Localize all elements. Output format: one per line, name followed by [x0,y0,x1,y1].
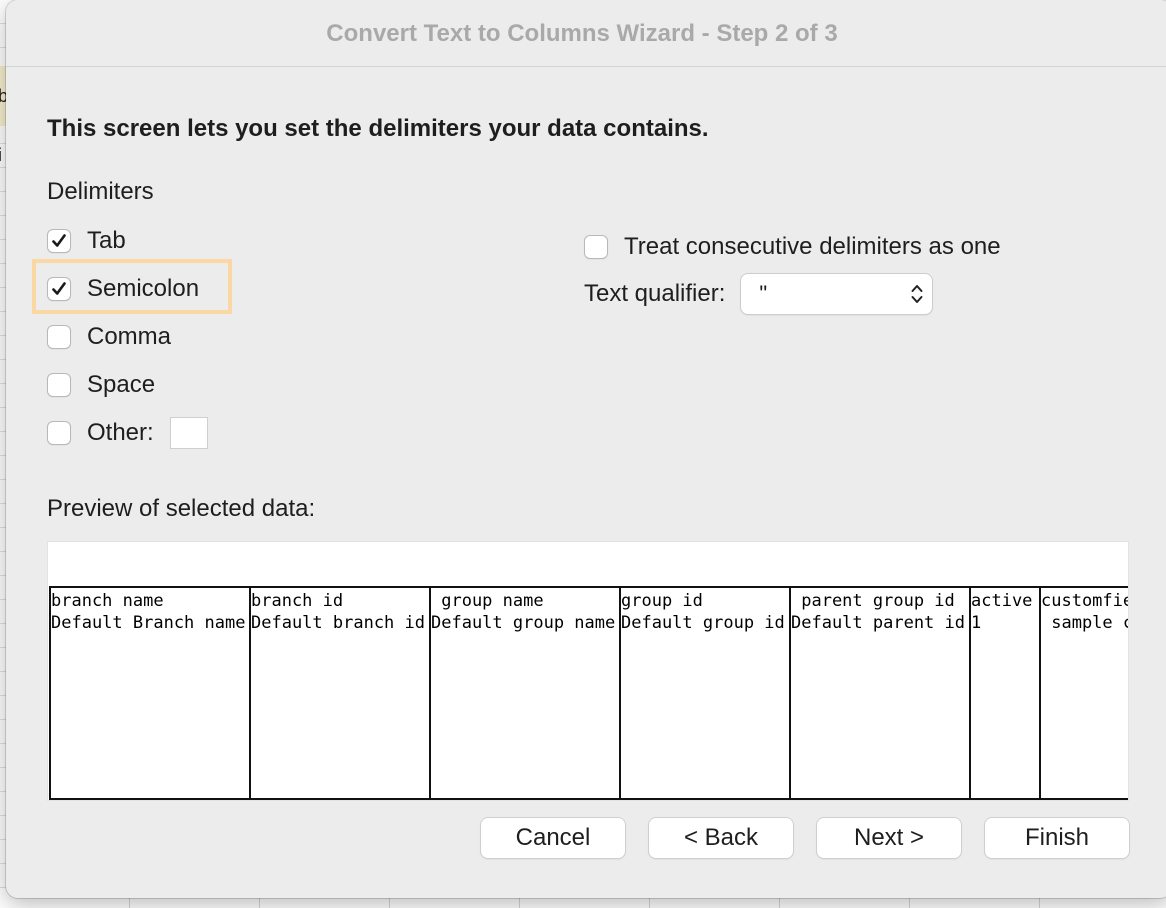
space-delimiter-option[interactable]: Space [47,370,155,400]
tab-label: Tab [87,227,126,254]
semicolon-checkbox[interactable] [47,277,71,301]
preview-cell: sample c [1041,613,1128,633]
preview-cell: Default Branch name [51,613,246,633]
text-qualifier-value: " [759,281,768,306]
space-checkbox[interactable] [47,373,71,397]
comma-checkbox[interactable] [47,325,71,349]
preview-column-header: branch name [51,591,164,611]
preview-column[interactable]: branch id Default branch id [251,588,431,798]
finish-button[interactable]: Finish [985,818,1129,858]
preview-column-header: customfie [1041,591,1128,611]
dialog-button-row: Cancel < Back Next > Finish [481,818,1129,858]
preview-column[interactable]: active 1 [971,588,1041,798]
preview-cell: Default parent id [791,613,965,633]
preview-cell: Default branch id [251,613,425,633]
comma-delimiter-option[interactable]: Comma [47,322,171,352]
consecutive-delimiters-option[interactable]: Treat consecutive delimiters as one [584,232,1001,262]
background-cell-text: i [0,145,2,166]
preview-table: branch name Default Branch name branch i… [49,586,1128,800]
preview-column[interactable]: group id Default group id [621,588,791,798]
checkmark-icon [52,282,66,295]
text-qualifier-row: Text qualifier: " [584,274,933,314]
back-button[interactable]: < Back [649,818,793,858]
other-delimiter-option[interactable]: Other: [47,417,208,449]
text-qualifier-label: Text qualifier: [584,280,726,307]
tab-checkbox[interactable] [47,229,71,253]
cancel-button[interactable]: Cancel [481,818,625,858]
preview-column-header: group id [621,591,703,611]
space-label: Space [87,371,156,398]
preview-cell: 1 [971,613,982,633]
consecutive-delimiters-label: Treat consecutive delimiters as one [624,233,1001,260]
tab-delimiter-option[interactable]: Tab [47,226,126,256]
preview-column-header: active [971,591,1033,611]
preview-cell: Default group id [621,613,785,633]
dialog-heading: This screen lets you set the delimiters … [47,115,709,142]
semicolon-delimiter-option[interactable]: Semicolon [47,274,199,304]
preview-column-header: parent group id [791,591,955,611]
checkmark-icon [52,234,66,247]
preview-column-header: branch id [251,591,344,611]
other-delimiter-input[interactable] [169,417,208,449]
data-preview-pane[interactable]: branch name Default Branch name branch i… [47,541,1129,801]
other-checkbox[interactable] [47,421,71,445]
delimiters-group-label: Delimiters [47,178,154,205]
next-button[interactable]: Next > [817,818,961,858]
semicolon-label: Semicolon [87,275,200,302]
preview-column-header: group name [431,591,544,611]
preview-cell: Default group name [431,613,616,633]
dialog-title: Convert Text to Columns Wizard - Step 2 … [326,20,838,47]
comma-label: Comma [87,323,172,350]
preview-column[interactable]: group name Default group name [431,588,621,798]
other-label: Other: [87,419,154,446]
text-to-columns-dialog: Convert Text to Columns Wizard - Step 2 … [6,0,1166,898]
preview-column[interactable]: branch name Default Branch name [51,588,251,798]
preview-column[interactable]: parent group id Default parent id [791,588,971,798]
preview-column[interactable]: customfie sample c [1041,588,1128,798]
preview-label: Preview of selected data: [47,495,316,522]
consecutive-delimiters-checkbox[interactable] [584,235,608,259]
text-qualifier-select[interactable]: " [741,274,933,314]
chevron-up-down-icon [911,285,923,303]
dialog-titlebar[interactable]: Convert Text to Columns Wizard - Step 2 … [6,0,1166,67]
